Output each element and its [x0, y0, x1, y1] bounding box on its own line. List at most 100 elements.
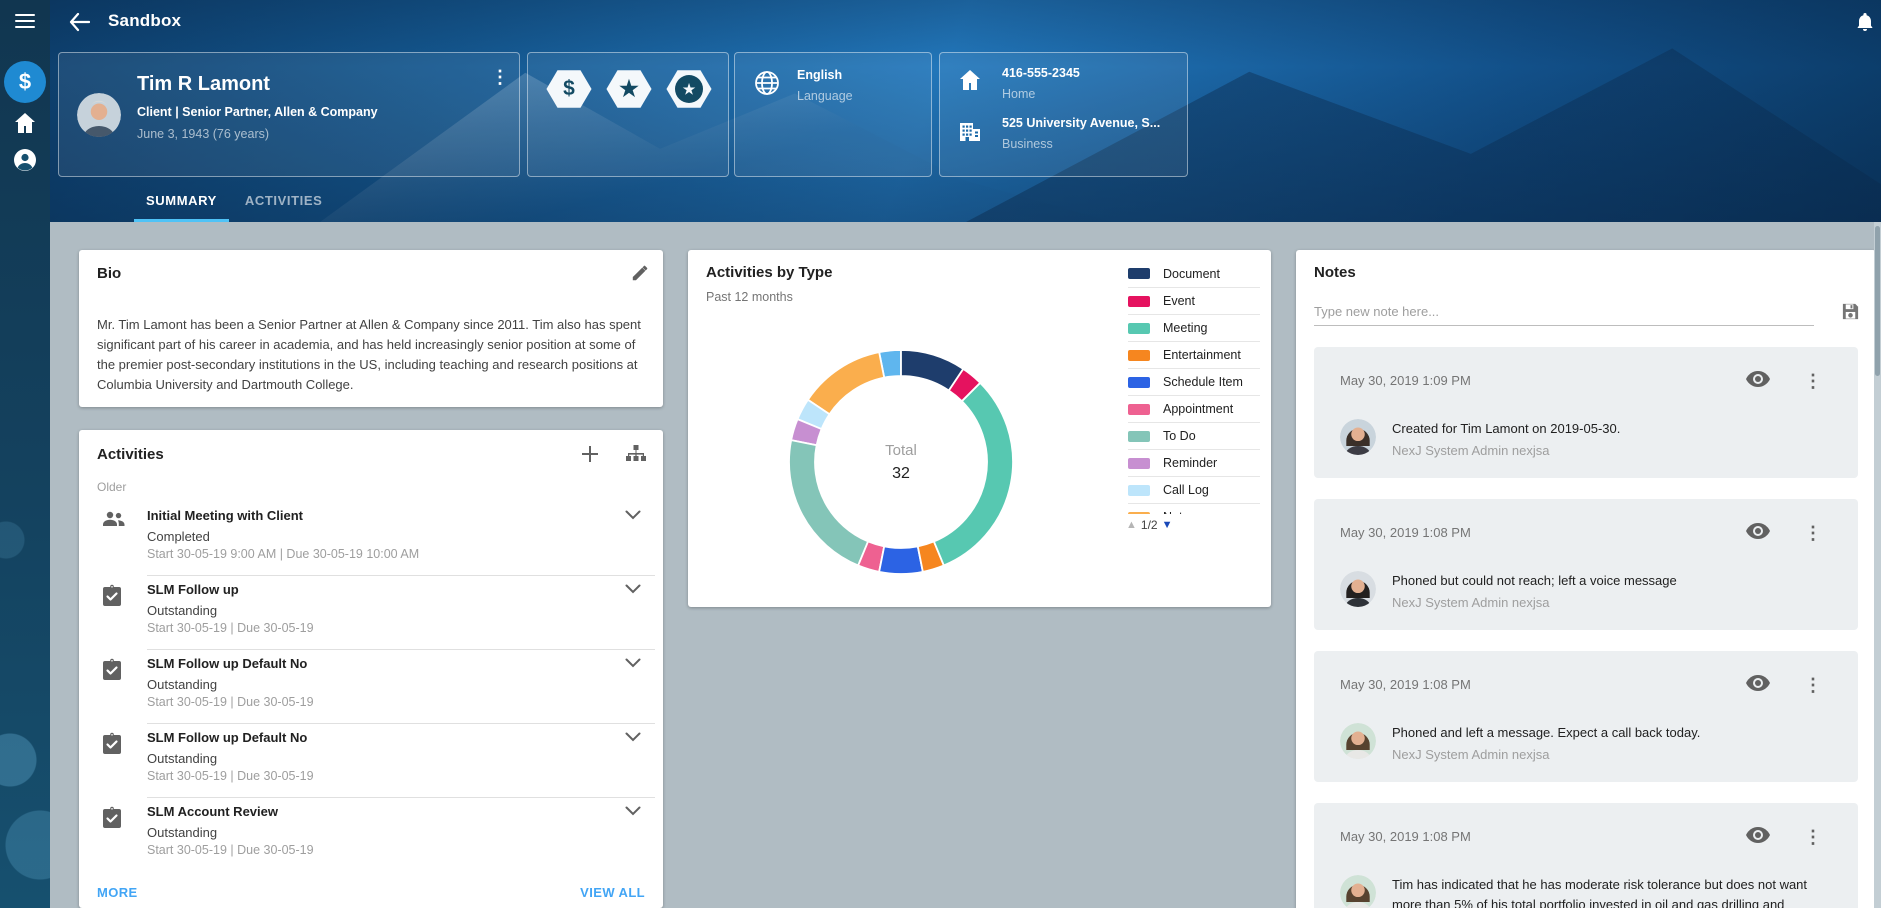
chart-subtitle: Past 12 months — [706, 290, 793, 304]
content-area: Bio Mr. Tim Lamont has been a Senior Par… — [50, 222, 1881, 908]
meeting-people-icon — [101, 510, 127, 528]
activity-dates: Start 30-05-19 | Due 30-05-19 — [147, 621, 314, 635]
donut-chart: Total 32 — [781, 342, 1021, 582]
donut-segment-document[interactable] — [901, 350, 963, 390]
activity-list-item[interactable]: SLM Account Review Outstanding Start 30-… — [79, 798, 663, 872]
legend-label: Schedule Item — [1163, 375, 1243, 389]
legend-pagination: 1/2 — [1126, 518, 1172, 532]
scrollbar-thumb[interactable] — [1875, 226, 1880, 376]
eye-visibility-icon[interactable] — [1746, 371, 1770, 387]
chevron-down-icon[interactable] — [625, 732, 641, 742]
note-author: NexJ System Admin nexjsa — [1392, 745, 1828, 765]
client-name: Tim R Lamont — [137, 73, 270, 96]
chart-title: Activities by Type — [706, 264, 832, 281]
hierarchy-sitemap-icon[interactable] — [625, 444, 647, 464]
activity-list-item[interactable]: Initial Meeting with Client Completed St… — [79, 502, 663, 576]
legend-item-event: Event — [1128, 287, 1260, 314]
activity-status: Outstanding — [147, 603, 217, 618]
legend-item-appointment: Appointment — [1128, 395, 1260, 422]
tab-summary[interactable]: SUMMARY — [132, 181, 231, 222]
note-text: Phoned and left a message. Expect a call… — [1392, 723, 1828, 764]
building-icon — [958, 119, 982, 141]
activity-list-item[interactable]: SLM Follow up Outstanding Start 30-05-19… — [79, 576, 663, 650]
activity-dates: Start 30-05-19 9:00 AM | Due 30-05-19 10… — [147, 547, 419, 561]
notifications-bell-icon[interactable] — [1855, 11, 1875, 33]
eye-visibility-icon[interactable] — [1746, 827, 1770, 843]
address[interactable]: 525 University Avenue, S... — [1002, 116, 1160, 130]
legend-label: Event — [1163, 294, 1195, 308]
note-timestamp: May 30, 2019 1:09 PM — [1340, 373, 1471, 388]
activity-status: Outstanding — [147, 677, 217, 692]
note-item: May 30, 2019 1:08 PM Phoned and left a m… — [1314, 651, 1858, 782]
legend-label: Note — [1163, 510, 1189, 514]
chevron-down-icon[interactable] — [625, 658, 641, 668]
legend-item-document: Document — [1128, 260, 1260, 287]
sidebar-item-home[interactable] — [13, 112, 37, 134]
note-text-line: Phoned and left a message. Expect a call… — [1392, 725, 1700, 740]
chevron-down-icon[interactable] — [625, 584, 641, 594]
note-author: NexJ System Admin nexjsa — [1392, 441, 1828, 461]
sidebar-item-profile[interactable] — [13, 148, 37, 172]
vertical-scrollbar[interactable] — [1874, 222, 1881, 908]
activity-list-item[interactable]: SLM Follow up Default No Outstanding Sta… — [79, 724, 663, 798]
sidebar-item-dollar-logo[interactable] — [4, 61, 46, 103]
activities-by-type-card: Activities by Type Past 12 months Total … — [688, 250, 1271, 607]
globe-icon — [753, 69, 781, 97]
legend-item-meeting: Meeting — [1128, 314, 1260, 341]
client-subtitle: Client | Senior Partner, Allen & Company — [137, 105, 378, 119]
left-sidebar — [0, 0, 50, 908]
star-badge-icon[interactable] — [606, 69, 652, 109]
note-timestamp: May 30, 2019 1:08 PM — [1340, 677, 1471, 692]
person-card-menu-icon[interactable] — [491, 67, 509, 87]
activity-list-item[interactable]: SLM Follow up Default No Outstanding Sta… — [79, 650, 663, 724]
legend-swatch — [1128, 350, 1150, 361]
note-menu-icon[interactable] — [1804, 675, 1822, 696]
note-menu-icon[interactable] — [1804, 827, 1822, 848]
language-value: English — [797, 68, 842, 82]
star-circle-badge-icon[interactable] — [666, 69, 712, 109]
more-button[interactable]: MORE — [97, 885, 138, 900]
tab-bar: SUMMARYACTIVITIES — [132, 181, 336, 222]
legend-swatch — [1128, 268, 1150, 279]
legend-item-schedule-item: Schedule Item — [1128, 368, 1260, 395]
note-timestamp: May 30, 2019 1:08 PM — [1340, 525, 1471, 540]
profile-header: Sandbox Tim R Lamont Client | Senior Par… — [50, 0, 1881, 222]
legend-item-entertainment: Entertainment — [1128, 341, 1260, 368]
note-item: May 30, 2019 1:08 PM Tim has indicated t… — [1314, 803, 1858, 908]
back-arrow-icon[interactable] — [68, 12, 90, 32]
language-card: English Language — [734, 52, 932, 177]
chevron-down-icon[interactable] — [625, 806, 641, 816]
activity-title: SLM Follow up Default No — [147, 730, 307, 745]
eye-visibility-icon[interactable] — [1746, 675, 1770, 691]
donut-segment-meeting[interactable] — [934, 383, 1013, 566]
donut-segment-schedule-item[interactable] — [879, 546, 923, 574]
hamburger-menu-icon[interactable] — [15, 14, 35, 29]
note-menu-icon[interactable] — [1804, 523, 1822, 544]
legend-page-down-icon[interactable] — [1162, 519, 1173, 531]
dollar-badge-icon[interactable] — [546, 69, 592, 109]
legend-swatch — [1128, 431, 1150, 442]
legend-page-up-icon[interactable] — [1126, 519, 1137, 531]
legend-label: Appointment — [1163, 402, 1233, 416]
note-text: Phoned but could not reach; left a voice… — [1392, 571, 1828, 612]
task-clipboard-icon — [101, 584, 123, 608]
note-author: NexJ System Admin nexjsa — [1392, 593, 1828, 613]
notes-card: Notes May 30, 2019 1:09 PM Created for T… — [1296, 250, 1876, 908]
task-clipboard-icon — [101, 806, 123, 830]
chevron-down-icon[interactable] — [625, 510, 641, 520]
home-icon — [958, 69, 982, 91]
add-activity-icon[interactable] — [581, 445, 599, 463]
donut-segment-to-do[interactable] — [789, 440, 868, 565]
view-all-button[interactable]: VIEW ALL — [580, 885, 645, 900]
page-title: Sandbox — [108, 11, 181, 31]
tab-activities[interactable]: ACTIVITIES — [231, 181, 337, 222]
chart-legend: Document Event MeetingEntertainment Schedul… — [1128, 260, 1260, 514]
phone-number[interactable]: 416-555-2345 — [1002, 66, 1080, 80]
edit-pencil-icon[interactable] — [631, 264, 649, 282]
note-menu-icon[interactable] — [1804, 371, 1822, 392]
save-note-icon[interactable] — [1841, 302, 1860, 321]
donut-segment-note[interactable] — [808, 352, 884, 414]
eye-visibility-icon[interactable] — [1746, 523, 1770, 539]
new-note-input[interactable] — [1314, 298, 1814, 326]
note-author-avatar — [1340, 419, 1376, 455]
